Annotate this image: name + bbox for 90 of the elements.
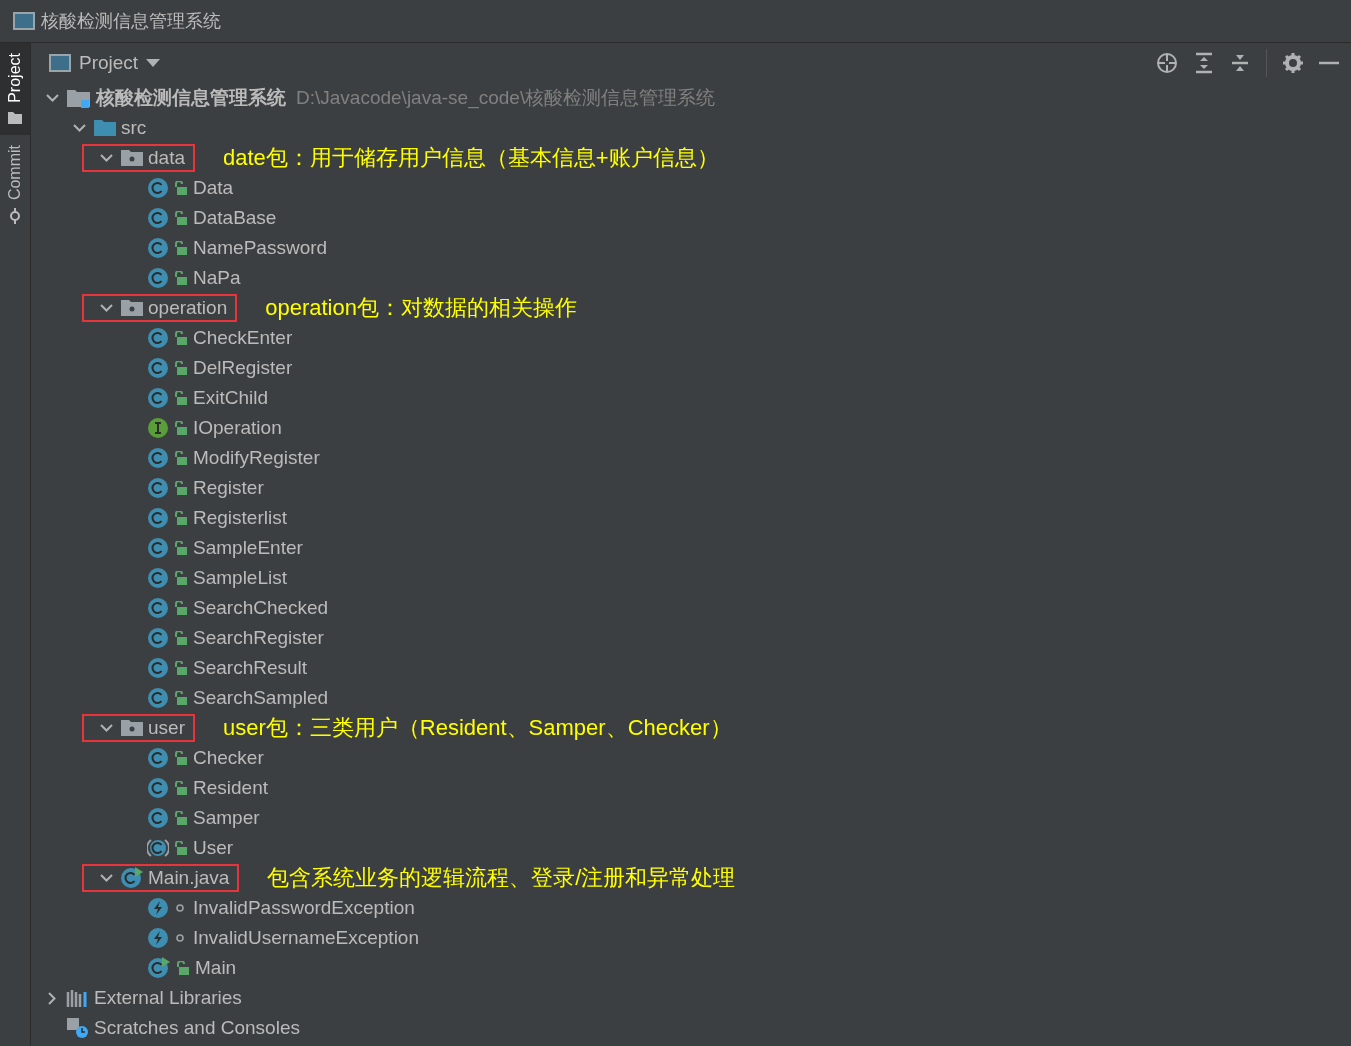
class-icon (147, 537, 169, 559)
libraries-icon (66, 989, 90, 1007)
tree-item-label[interactable]: Main.java (148, 867, 230, 889)
tree-item-label[interactable]: 核酸检测信息管理系统 (96, 85, 286, 111)
class-icon (147, 177, 169, 199)
tree-item-label[interactable]: Main (195, 957, 237, 979)
class-icon (147, 267, 169, 289)
chevron-down-icon[interactable] (99, 724, 113, 732)
tree-item-label[interactable]: Samper (193, 807, 260, 829)
tree-item-label[interactable]: data (148, 147, 185, 169)
settings-icon[interactable] (1283, 53, 1303, 73)
tree-item-label[interactable]: DataBase (193, 207, 277, 229)
annotation-text: user包：三类用户（Resident、Samper、Checker） (222, 714, 732, 742)
package-folder-icon (120, 298, 144, 318)
class-icon (147, 627, 169, 649)
tree-item-label[interactable]: DelRegister (193, 357, 293, 379)
class-icon (147, 207, 169, 229)
project-icon (49, 54, 71, 72)
tree-item-label[interactable]: Registerlist (193, 507, 287, 529)
tree-item-label[interactable]: SearchSampled (193, 687, 329, 709)
tree-item-label[interactable]: ExitChild (193, 387, 268, 409)
tree-item-label[interactable]: Register (193, 477, 264, 499)
minimize-icon[interactable] (1319, 61, 1339, 65)
tree-item-label[interactable]: SampleList (193, 567, 287, 589)
tree-item-label[interactable]: src (121, 117, 147, 139)
chevron-down-icon[interactable] (72, 124, 86, 132)
annotation-text: 包含系统业务的逻辑流程、登录/注册和异常处理 (267, 864, 736, 892)
window-icon (13, 12, 35, 30)
tree-item-label[interactable]: NamePassword (193, 237, 328, 259)
class-icon (147, 657, 169, 679)
lightning-icon (147, 897, 169, 919)
tree-item-label[interactable]: NaPa (193, 267, 241, 289)
tree-item-label[interactable]: SearchChecked (193, 597, 329, 619)
class-icon (147, 327, 169, 349)
tree-item-label[interactable]: External Libraries (94, 987, 242, 1009)
tree-item-label[interactable]: SearchRegister (193, 627, 324, 649)
folder-icon (93, 118, 117, 138)
collapse-all-icon[interactable] (1230, 52, 1250, 74)
expand-all-icon[interactable] (1194, 52, 1214, 74)
chevron-down-icon[interactable] (99, 154, 113, 162)
tree-item-label[interactable]: CheckEnter (193, 327, 293, 349)
tree-item-label[interactable]: Resident (193, 777, 268, 799)
folder-icon (66, 87, 92, 109)
class-icon (147, 567, 169, 589)
tree-item-label[interactable]: Scratches and Consoles (94, 1017, 300, 1039)
side-tab[interactable]: Project (0, 43, 30, 135)
scratches-icon (66, 1017, 90, 1039)
tree-item-label[interactable]: InvalidUsernameException (193, 927, 419, 949)
chevron-right-icon[interactable] (48, 991, 56, 1005)
class-icon (147, 477, 169, 499)
commit-icon (7, 207, 23, 224)
class-icon (147, 447, 169, 469)
interface-icon (147, 417, 169, 439)
package-folder-icon (120, 148, 144, 168)
dropdown-caret-icon[interactable] (146, 59, 161, 67)
folder-icon (7, 110, 23, 125)
abstract-class-icon (147, 837, 169, 859)
tree-item-label[interactable]: user (148, 717, 185, 739)
tree-item-label[interactable]: Data (193, 177, 234, 199)
class-icon (147, 687, 169, 709)
tree-item-label[interactable]: User (193, 837, 234, 859)
class-icon (147, 387, 169, 409)
lightning-icon (147, 927, 169, 949)
runnable-class-icon (120, 867, 144, 889)
class-icon (147, 747, 169, 769)
class-icon (147, 807, 169, 829)
class-icon (147, 357, 169, 379)
class-icon (147, 507, 169, 529)
chevron-down-icon[interactable] (99, 874, 113, 882)
chevron-down-icon[interactable] (99, 304, 113, 312)
window-title: 核酸检测信息管理系统 (41, 10, 221, 33)
tree-item-label[interactable]: Checker (193, 747, 264, 769)
locate-icon[interactable] (1156, 52, 1178, 74)
class-icon (147, 237, 169, 259)
tree-item-label[interactable]: SampleEnter (193, 537, 303, 559)
tree-item-label[interactable]: ModifyRegister (193, 447, 320, 469)
tree-item-label[interactable]: SearchResult (193, 657, 308, 679)
tree-item-label[interactable]: InvalidPasswordException (193, 897, 415, 919)
annotation-text: operation包：对数据的相关操作 (265, 294, 577, 322)
runnable-class-icon (147, 957, 171, 979)
panel-title[interactable]: Project (79, 52, 139, 74)
tree-item-label[interactable]: IOperation (193, 417, 282, 439)
project-path: D:\Javacode\java-se_code\核酸检测信息管理系统 (296, 86, 716, 111)
tree-item-label[interactable]: operation (148, 297, 228, 319)
annotation-text: date包：用于储存用户信息（基本信息+账户信息） (223, 144, 719, 172)
package-folder-icon (120, 718, 144, 738)
class-icon (147, 777, 169, 799)
side-tab[interactable]: Commit (0, 134, 30, 234)
chevron-down-icon[interactable] (45, 94, 59, 102)
class-icon (147, 597, 169, 619)
